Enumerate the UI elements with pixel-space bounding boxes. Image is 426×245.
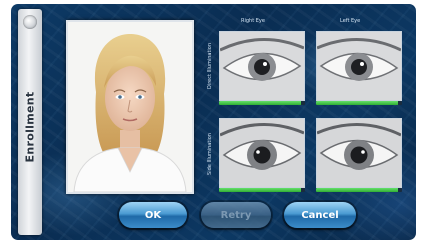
tab-knob-icon — [23, 15, 37, 29]
right-eye-side-quality-bar — [219, 188, 305, 192]
left-eye-side-quality-bar — [316, 188, 402, 192]
eye-image — [220, 32, 304, 100]
enrollment-screen: Enrollment Right Eye Left Eye Direct Ill… — [11, 4, 416, 240]
right-eye-column-label: Right Eye — [241, 18, 265, 24]
face-portrait-image — [68, 22, 192, 192]
right-eye-side-image[interactable] — [219, 118, 305, 188]
left-eye-side-image[interactable] — [316, 118, 402, 188]
cancel-button[interactable]: Cancel — [284, 202, 356, 228]
enrollment-label: Enrollment — [23, 91, 37, 163]
side-illumination-row-label: Side Illumination — [207, 133, 213, 175]
direct-illumination-row-label: Direct Illumination — [207, 42, 213, 90]
quality-fill — [219, 188, 301, 192]
eye-image — [220, 119, 304, 187]
right-eye-direct-quality-bar — [219, 101, 305, 105]
quality-fill — [316, 101, 398, 105]
ok-button[interactable]: OK — [119, 202, 187, 228]
quality-fill — [219, 101, 301, 105]
right-eye-direct-image[interactable] — [219, 31, 305, 101]
left-eye-column-label: Left Eye — [340, 18, 361, 24]
left-eye-direct-image[interactable] — [316, 31, 402, 101]
eye-image — [317, 119, 401, 187]
left-eye-direct-quality-bar — [316, 101, 402, 105]
retry-button[interactable]: Retry — [201, 202, 271, 228]
quality-fill — [316, 188, 398, 192]
eye-image — [317, 32, 401, 100]
enrollment-side-tab[interactable]: Enrollment — [18, 9, 42, 235]
face-photo — [66, 20, 194, 194]
